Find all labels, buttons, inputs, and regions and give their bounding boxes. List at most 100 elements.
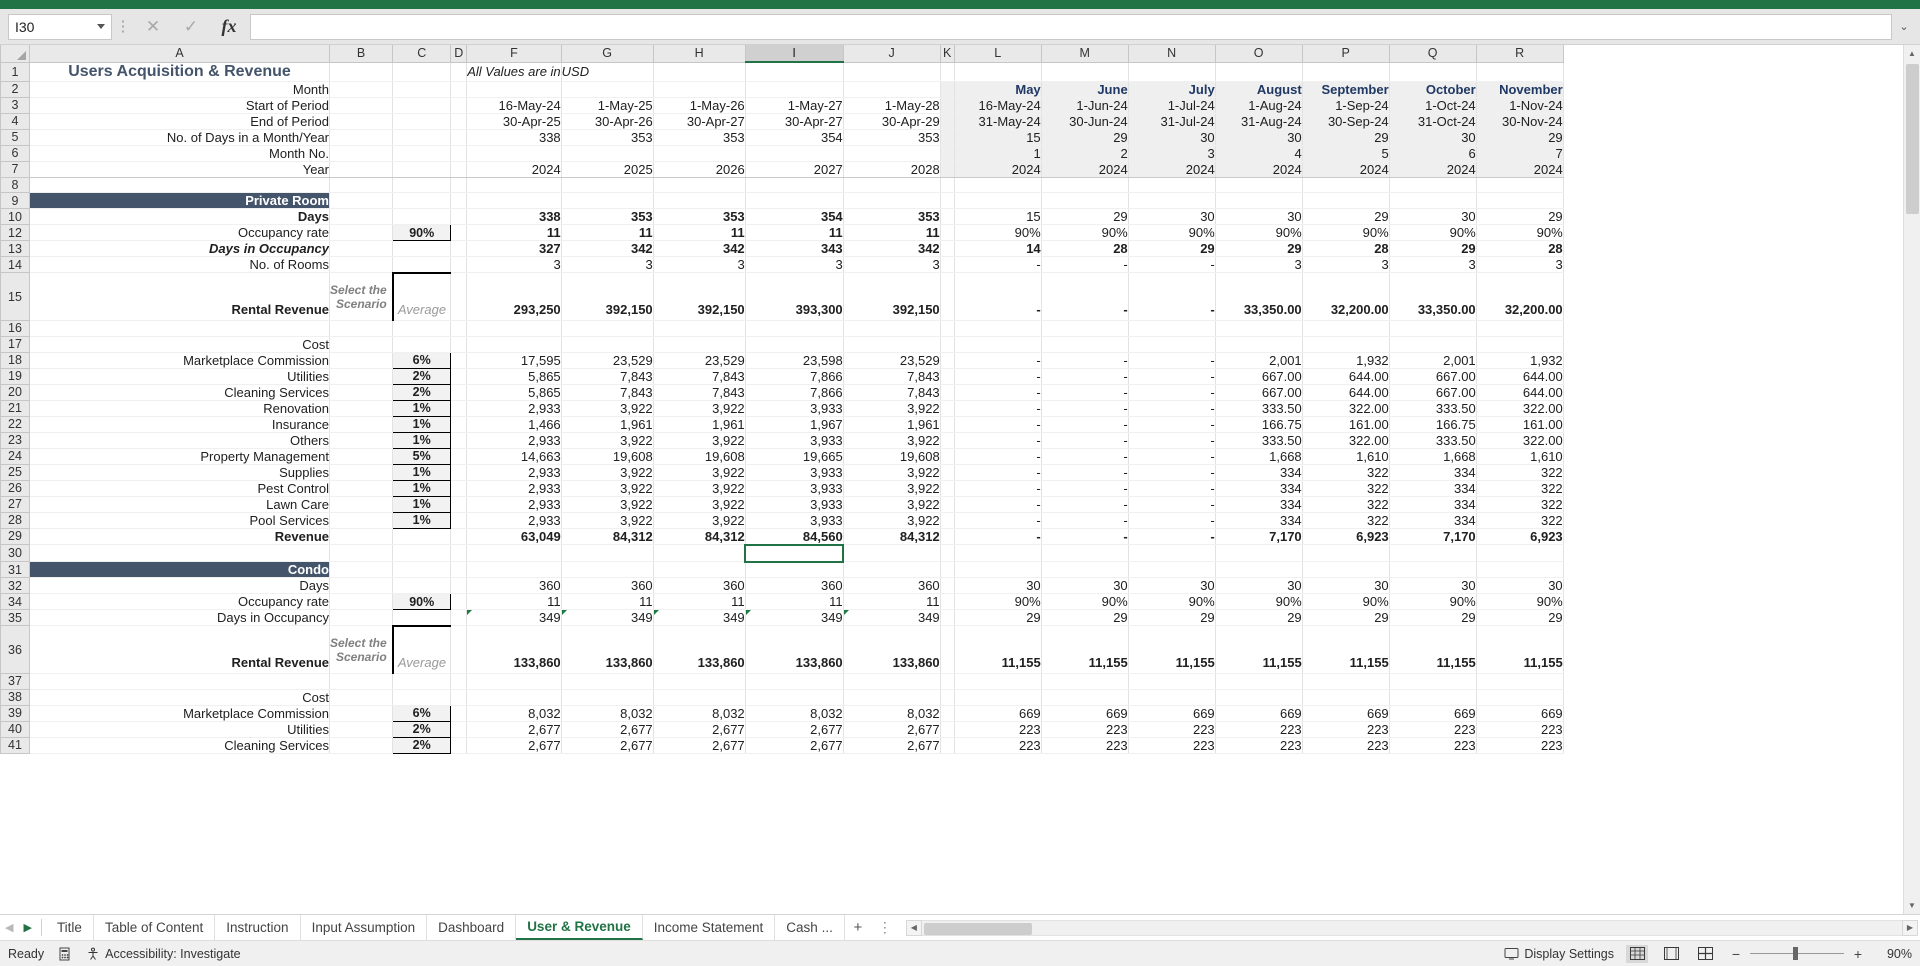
cell-D14[interactable] [450, 256, 468, 274]
horizontal-scroll-thumb[interactable] [923, 922, 1032, 935]
cell-D-pr-2[interactable] [450, 368, 468, 385]
zoom-knob[interactable] [1793, 947, 1799, 960]
cell-C31[interactable] [392, 561, 452, 579]
cell-J38[interactable] [843, 689, 941, 706]
cell-D-pr-4[interactable] [450, 400, 468, 417]
cell-C17[interactable] [392, 336, 452, 353]
cell-O38[interactable] [1215, 689, 1303, 706]
cell-F37[interactable] [466, 673, 562, 690]
cell-K-cd-2[interactable] [940, 721, 955, 738]
cell-R37[interactable] [1476, 673, 1564, 690]
cell-C1[interactable] [392, 62, 452, 82]
row-header-14[interactable]: 14 [0, 256, 30, 274]
pr-cost-pct-4[interactable]: 1% [392, 399, 452, 417]
zoom-slider[interactable]: − + [1728, 946, 1866, 962]
cell-F38[interactable] [466, 689, 562, 706]
cell-I31[interactable] [745, 561, 844, 579]
cell-D15[interactable] [450, 272, 468, 322]
cell-H8[interactable] [653, 177, 746, 194]
cell-D30[interactable] [450, 544, 468, 563]
cell-O17[interactable] [1215, 336, 1303, 353]
cell-C2[interactable] [392, 81, 452, 98]
cell-B35[interactable] [329, 609, 394, 627]
cell-D-pr-3[interactable] [450, 384, 468, 401]
cell-D10[interactable] [450, 208, 468, 226]
cell-R16[interactable] [1476, 320, 1564, 337]
cell-B-pr-10[interactable] [329, 496, 394, 513]
cell-C13[interactable] [392, 240, 452, 258]
cell-O31[interactable] [1215, 561, 1303, 579]
row-header-26[interactable]: 26 [0, 479, 30, 497]
cell-J30[interactable] [843, 544, 941, 563]
cell-C9[interactable] [392, 192, 452, 210]
cell-M37[interactable] [1041, 673, 1129, 690]
row-header-9[interactable]: 9 [0, 192, 30, 210]
cell-P38[interactable] [1302, 689, 1390, 706]
cell-H31[interactable] [653, 561, 746, 579]
cell-Q17[interactable] [1389, 336, 1477, 353]
cell-K-pr-10[interactable] [940, 496, 955, 513]
cell-K8[interactable] [940, 177, 955, 194]
cell-K38[interactable] [940, 689, 955, 706]
cell-F9[interactable] [466, 192, 562, 210]
cell-C5[interactable] [392, 129, 452, 146]
cell-Q8[interactable] [1389, 177, 1477, 194]
column-header-P[interactable]: P [1301, 45, 1390, 63]
add-sheet-button[interactable]: + [845, 915, 871, 940]
cell-D-pr-11[interactable] [450, 512, 468, 529]
row-header-18[interactable]: 18 [0, 351, 30, 369]
cell-D29[interactable] [450, 528, 468, 546]
cell-C16[interactable] [392, 320, 452, 337]
cell-B29[interactable] [329, 528, 394, 546]
macro-record-icon[interactable] [58, 947, 72, 961]
row-header-4[interactable]: 4 [0, 112, 30, 130]
cell-L1[interactable] [954, 62, 1042, 82]
cell-O37[interactable] [1215, 673, 1303, 690]
cd-cost-pct-3[interactable]: 2% [392, 736, 452, 754]
cell-K5[interactable] [940, 129, 955, 146]
cell-D13[interactable] [450, 240, 468, 258]
cell-D-cd-1[interactable] [450, 705, 468, 722]
fx-icon[interactable]: fx [210, 14, 248, 40]
cell-G16[interactable] [561, 320, 654, 337]
formula-input[interactable] [250, 13, 1892, 40]
cell-F8[interactable] [466, 177, 562, 194]
cell-B3[interactable] [329, 97, 394, 114]
cell-D2[interactable] [450, 81, 468, 98]
scenario-dropdown-condo[interactable]: Average [391, 624, 452, 675]
cell-L31[interactable] [954, 561, 1042, 579]
cell-B9[interactable] [329, 192, 394, 210]
zoom-track[interactable] [1750, 947, 1844, 960]
cell-D3[interactable] [450, 97, 468, 114]
cell-I37[interactable] [745, 673, 844, 690]
cell-R38[interactable] [1476, 689, 1564, 706]
cell-N31[interactable] [1128, 561, 1216, 579]
row-header-17[interactable]: 17 [0, 335, 30, 353]
column-header-M[interactable]: M [1040, 45, 1129, 63]
cell-Q16[interactable] [1389, 320, 1477, 337]
row-header-22[interactable]: 22 [0, 415, 30, 433]
cell-C32[interactable] [392, 577, 452, 595]
row-header-21[interactable]: 21 [0, 399, 30, 417]
cell-D4[interactable] [450, 113, 468, 130]
cell-B34[interactable] [329, 593, 394, 611]
column-header-D[interactable]: D [450, 45, 468, 63]
select-all-corner[interactable] [0, 45, 30, 63]
row-header-40[interactable]: 40 [0, 720, 30, 738]
cell-B12[interactable] [329, 224, 394, 242]
cell-B10[interactable] [329, 208, 394, 226]
cell-P16[interactable] [1302, 320, 1390, 337]
vertical-scroll-track[interactable] [1903, 62, 1920, 897]
cell-A37[interactable] [29, 673, 330, 690]
cell-B-pr-5[interactable] [329, 416, 394, 433]
cell-B30[interactable] [329, 544, 394, 563]
column-header-J[interactable]: J [842, 45, 941, 63]
sheet-tab-title[interactable]: Title [46, 915, 94, 940]
pr-cost-pct-2[interactable]: 2% [392, 367, 452, 385]
cell-K15[interactable] [940, 272, 955, 322]
cell-L9[interactable] [954, 192, 1042, 210]
cell-K14[interactable] [940, 256, 955, 274]
pr-cost-pct-9[interactable]: 1% [392, 479, 452, 497]
cell-D-cd-2[interactable] [450, 721, 468, 738]
cell-A16[interactable] [29, 320, 330, 337]
